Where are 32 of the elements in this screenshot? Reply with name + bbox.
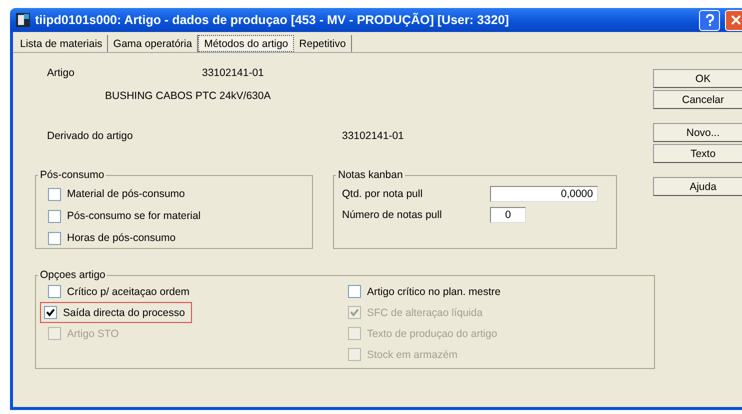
check-icon bbox=[46, 308, 55, 317]
checkbox[interactable]: Saída directa do processo bbox=[40, 302, 192, 323]
input-field[interactable]: 0 bbox=[490, 206, 526, 222]
checkbox[interactable]: Horas de pós-consumo bbox=[44, 227, 180, 249]
window-title: tiipd0101s000: Artigo - dados de produçao [453 - MV - PRODUÇÃO] [User: 3320] bbox=[35, 13, 510, 27]
checkbox[interactable]: Crítico p/ aceitaçao ordem bbox=[44, 281, 194, 302]
field-label: Número de notas pull bbox=[342, 208, 443, 220]
dialog-button[interactable]: Cancelar bbox=[653, 90, 742, 109]
field-label: Derivado do artigo bbox=[46, 130, 134, 142]
dialog-button[interactable]: Texto bbox=[653, 144, 742, 163]
help-button[interactable] bbox=[699, 10, 720, 30]
check-icon bbox=[350, 308, 359, 317]
field-label: Qtd. por nota pull bbox=[342, 188, 424, 200]
checkbox[interactable]: Material de pós-consumo bbox=[44, 183, 189, 205]
field-label: Artigo bbox=[46, 67, 76, 79]
group-title: Opçoes artigo bbox=[39, 269, 106, 281]
dialog-button[interactable]: Novo... bbox=[653, 123, 742, 142]
group-title: Notas kanban bbox=[337, 169, 404, 181]
app-icon bbox=[16, 13, 30, 27]
field-value: 33102141-01 bbox=[202, 67, 264, 79]
field-value: 33102141-01 bbox=[342, 130, 404, 142]
dialog-button[interactable]: Ajuda bbox=[653, 177, 742, 196]
checkbox[interactable]: Artigo crítico no plan. mestre bbox=[344, 281, 505, 302]
group-title: Pós-consumo bbox=[39, 169, 106, 181]
item-description: BUSHING CABOS PTC 24kV/630A bbox=[105, 90, 271, 102]
dialog-button[interactable]: OK bbox=[653, 69, 742, 88]
checkbox[interactable]: Pós-consumo se for material bbox=[44, 205, 205, 227]
tab[interactable]: Métodos do artigo bbox=[198, 35, 294, 52]
help-icon bbox=[704, 14, 714, 26]
close-button[interactable] bbox=[725, 10, 742, 30]
close-icon bbox=[730, 15, 740, 25]
input-field[interactable]: 0,0000 bbox=[490, 186, 598, 202]
